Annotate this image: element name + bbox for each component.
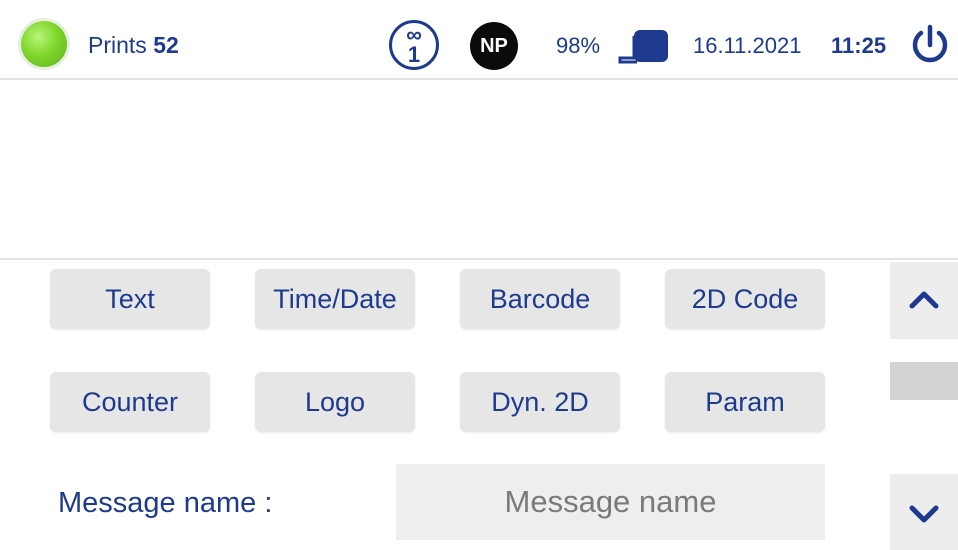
divider xyxy=(0,258,958,260)
message-name-input[interactable] xyxy=(396,464,825,540)
time-date-button[interactable]: Time/Date xyxy=(255,269,415,329)
message-preview-area[interactable] xyxy=(0,80,958,258)
power-icon[interactable] xyxy=(910,23,950,67)
ink-level: 98% xyxy=(556,33,601,58)
infinity-counter-icon[interactable]: ∞ 1 xyxy=(389,20,439,70)
barcode-button[interactable]: Barcode xyxy=(460,269,620,329)
2d-code-button[interactable]: 2D Code xyxy=(665,269,825,329)
status-led-icon xyxy=(21,21,67,67)
chevron-up-icon xyxy=(909,291,939,309)
dyn-2d-button[interactable]: Dyn. 2D xyxy=(460,372,620,432)
prints-counter: Prints 52 xyxy=(88,32,179,59)
scroll-up-button[interactable] xyxy=(890,262,958,339)
prints-count: 52 xyxy=(153,32,179,58)
date: 16.11.2021 xyxy=(693,33,802,58)
counter-badge-number: 1 xyxy=(407,42,421,67)
counter-button[interactable]: Counter xyxy=(50,372,210,432)
message-name-label: Message name : xyxy=(58,487,273,519)
prints-label: Prints xyxy=(88,32,147,58)
np-badge-icon[interactable]: NP xyxy=(470,22,518,70)
chevron-down-icon xyxy=(909,505,939,523)
time: 11:25 xyxy=(831,33,887,58)
status-bar: Prints 52 ∞ 1 NP 98% 16.11.2021 11:25 xyxy=(0,0,958,80)
scroll-down-button[interactable] xyxy=(890,474,958,550)
scrollbar-thumb[interactable] xyxy=(890,362,958,400)
param-button[interactable]: Param xyxy=(665,372,825,432)
text-button[interactable]: Text xyxy=(50,269,210,329)
cartridge-icon xyxy=(618,30,668,64)
logo-button[interactable]: Logo xyxy=(255,372,415,432)
